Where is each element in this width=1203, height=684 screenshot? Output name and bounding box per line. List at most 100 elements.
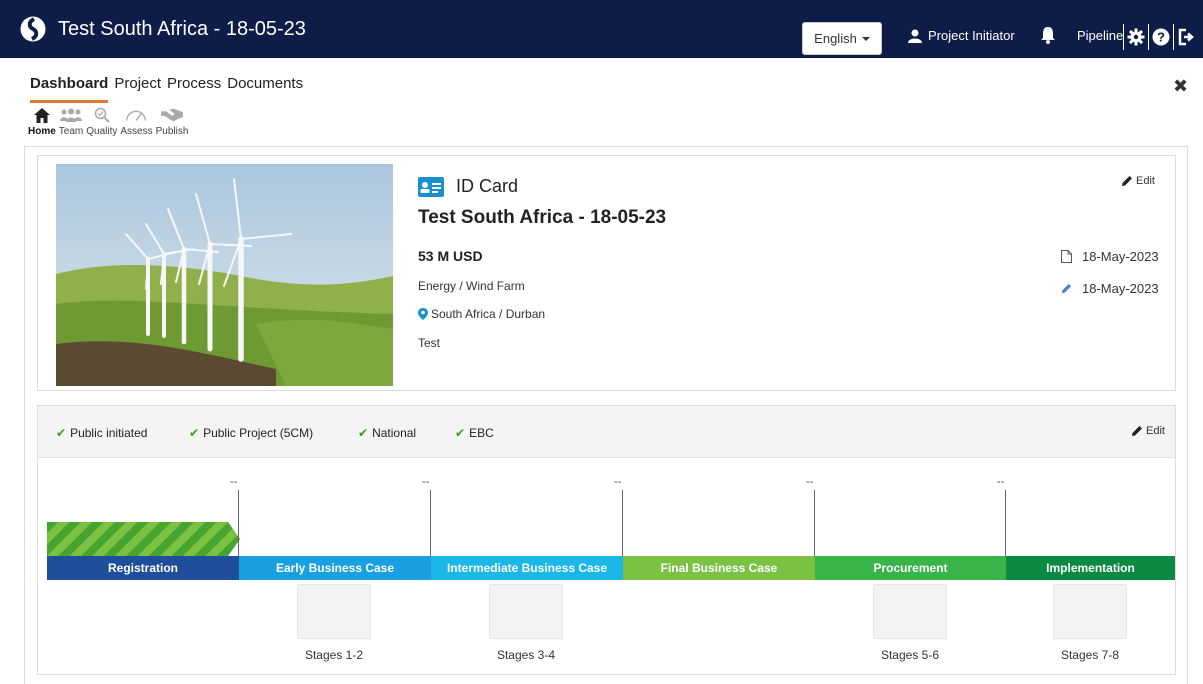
stage-marker: [1005, 490, 1006, 556]
stage-marker: [814, 490, 815, 556]
created-date: 18-May-2023: [1061, 249, 1159, 264]
stage-procurement[interactable]: Procurement: [815, 556, 1006, 580]
subnav-label: Home: [28, 126, 56, 137]
check-icon: ✔: [189, 426, 200, 440]
check-icon: ✔: [358, 426, 369, 440]
user-role-label: Project Initiator: [928, 28, 1015, 43]
edit-label: Edit: [1146, 425, 1165, 437]
project-cost: 53 M USD: [418, 248, 483, 264]
quality-icon: [91, 104, 113, 126]
app-logo-icon[interactable]: [20, 16, 46, 42]
subnav-assess[interactable]: Assess: [120, 104, 153, 137]
main-tabs: Dashboard Project Process Documents: [30, 75, 303, 103]
subnav-label: Quality: [86, 126, 118, 137]
tag-item: ✔ EBC: [455, 426, 494, 440]
gauge-icon: [125, 104, 147, 126]
dashboard-subnav: Home Team Quality Assess Publish: [28, 104, 188, 137]
stage-group-label: Stages 5-6: [880, 648, 940, 662]
subnav-label: Assess: [120, 126, 153, 137]
tag-label: Public Project (5CM): [203, 426, 314, 440]
pencil-icon: [1061, 283, 1072, 294]
edit-tags-button[interactable]: Edit: [1131, 425, 1165, 437]
stage-group-label: Stages 1-2: [304, 648, 364, 662]
location-text: South Africa / Durban: [431, 307, 546, 321]
subnav-publish[interactable]: Publish: [156, 104, 188, 137]
tab-dashboard[interactable]: Dashboard: [30, 75, 109, 103]
dashboard-content: ID Card Test South Africa - 18-05-23 53 …: [24, 146, 1188, 684]
chevron-down-icon: [861, 36, 870, 41]
project-location: South Africa / Durban: [418, 307, 545, 321]
tag-item: ✔ Public initiated: [56, 426, 147, 440]
svg-text:?: ?: [1157, 30, 1165, 45]
project-photo: [56, 164, 393, 386]
stage-group-thumbnail[interactable]: [297, 584, 371, 639]
tag-label: National: [372, 426, 417, 440]
pipeline-link[interactable]: Pipeline: [1077, 28, 1123, 43]
stage-early-business-case[interactable]: Early Business Case: [239, 556, 431, 580]
marker-value: --: [806, 476, 814, 488]
stage-marker: [430, 490, 431, 556]
file-icon: [1061, 250, 1072, 263]
project-title: Test South Africa - 18-05-23: [418, 207, 667, 228]
stage-group-label: Stages 3-4: [496, 648, 556, 662]
marker-value: --: [422, 476, 430, 488]
registration-progress-stripe: [47, 522, 240, 556]
subnav-team[interactable]: Team: [59, 104, 83, 137]
stage-group-thumbnail[interactable]: [873, 584, 947, 639]
id-card-panel: ID Card Test South Africa - 18-05-23 53 …: [37, 155, 1176, 391]
help-icon[interactable]: ?: [1149, 23, 1173, 51]
stage-final-business-case[interactable]: Final Business Case: [623, 556, 815, 580]
id-card-header: ID Card: [418, 176, 518, 197]
marker-value: --: [614, 476, 622, 488]
project-note: Test: [418, 336, 441, 350]
stage-intermediate-business-case[interactable]: Intermediate Business Case: [431, 556, 623, 580]
stage-registration[interactable]: Registration: [47, 556, 239, 580]
language-label: English: [814, 31, 857, 46]
bell-icon[interactable]: [1040, 26, 1056, 44]
close-icon[interactable]: ✖: [1173, 76, 1188, 97]
tab-process[interactable]: Process: [167, 75, 221, 103]
logout-icon[interactable]: [1174, 23, 1198, 51]
subnav-quality[interactable]: Quality: [86, 104, 117, 137]
tab-documents[interactable]: Documents: [227, 75, 303, 103]
process-timeline-panel: ✔ Public initiated ✔ Public Project (5CM…: [37, 405, 1176, 675]
modified-date: 18-May-2023: [1061, 281, 1159, 296]
tab-project[interactable]: Project: [114, 75, 161, 103]
pencil-icon: [1132, 426, 1142, 436]
team-icon: [60, 104, 83, 126]
id-card-icon: [418, 176, 444, 197]
modified-date-text: 18-May-2023: [1082, 281, 1159, 296]
stage-group-label: Stages 7-8: [1060, 648, 1120, 662]
marker-value: --: [997, 476, 1005, 488]
user-menu[interactable]: Project Initiator: [908, 28, 1015, 43]
marker-value: --: [230, 476, 238, 488]
language-dropdown[interactable]: English: [802, 22, 882, 55]
home-icon: [31, 104, 53, 126]
check-icon: ✔: [56, 426, 67, 440]
pencil-icon: [1122, 176, 1132, 186]
edit-label: Edit: [1136, 175, 1155, 187]
top-bar: Test South Africa - 18-05-23: [0, 0, 1203, 58]
map-marker-icon: [418, 308, 428, 320]
handshake-icon: [161, 104, 184, 126]
stage-group-thumbnail[interactable]: [1053, 584, 1127, 639]
stage-marker: [622, 490, 623, 556]
stage-group-thumbnail[interactable]: [489, 584, 563, 639]
gear-icon[interactable]: [1124, 23, 1148, 51]
project-tags-bar: ✔ Public initiated ✔ Public Project (5CM…: [38, 406, 1175, 458]
id-card-heading: ID Card: [456, 176, 519, 196]
subnav-home[interactable]: Home: [28, 104, 56, 137]
tag-label: Public initiated: [70, 426, 148, 440]
project-sector: Energy / Wind Farm: [418, 279, 525, 293]
check-icon: ✔: [455, 426, 466, 440]
user-icon: [908, 29, 922, 43]
edit-id-card-button[interactable]: Edit: [1121, 175, 1155, 187]
stage-marker: [238, 490, 239, 556]
created-date-text: 18-May-2023: [1082, 249, 1159, 264]
stage-implementation[interactable]: Implementation: [1006, 556, 1175, 580]
tag-item: ✔ Public Project (5CM): [189, 426, 313, 440]
subnav-label: Team: [58, 126, 84, 137]
header-icon-group: ?: [1123, 23, 1198, 51]
project-title-header: Test South Africa - 18-05-23: [58, 17, 306, 40]
tag-label: EBC: [469, 426, 494, 440]
